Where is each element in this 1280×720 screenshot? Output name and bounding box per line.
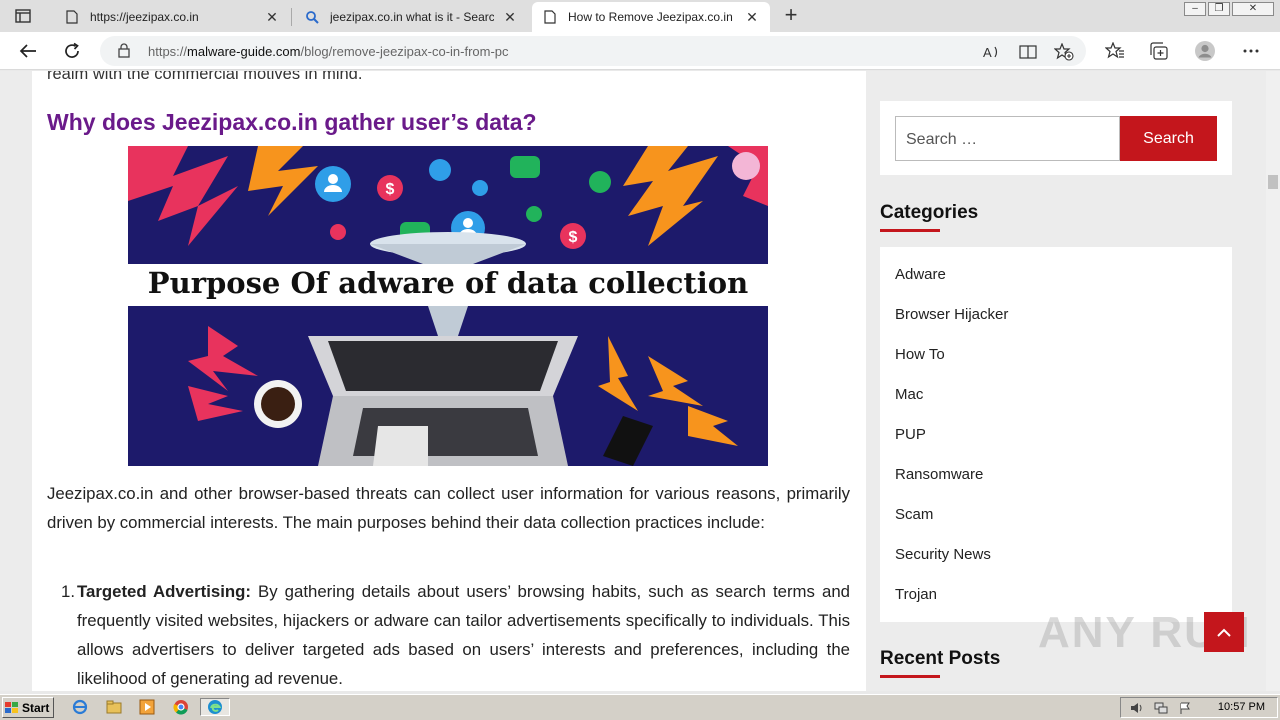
category-link-trojan[interactable]: Trojan	[895, 586, 937, 603]
browser-toolbar: https://malware-guide.com/blog/remove-je…	[0, 32, 1280, 70]
address-bar[interactable]: https://malware-guide.com/blog/remove-je…	[100, 36, 1086, 66]
scrollbar-thumb[interactable]	[1268, 175, 1278, 189]
refresh-button[interactable]	[58, 38, 86, 64]
tab-title: https://jeezipax.co.in	[90, 10, 199, 24]
taskbar-clock[interactable]: 10:57 PM	[1218, 701, 1265, 713]
add-favorite-icon[interactable]	[1054, 42, 1074, 62]
tab-strip: https://jeezipax.co.in ✕ jeezipax.co.in …	[0, 0, 1280, 32]
categories-list: Adware Browser Hijacker How To Mac PUP R…	[880, 247, 1232, 622]
close-window-button[interactable]: ✕	[1232, 2, 1274, 16]
sidebar-search-widget: Search … Search	[880, 101, 1232, 175]
category-link-browser-hijacker[interactable]: Browser Hijacker	[895, 306, 1008, 323]
url-scheme: https://	[148, 44, 188, 59]
svg-text:$: $	[386, 181, 395, 198]
new-tab-button[interactable]: +	[778, 4, 804, 28]
category-link-adware[interactable]: Adware	[895, 266, 946, 283]
explorer-icon[interactable]	[104, 698, 124, 716]
page-icon	[64, 9, 80, 25]
chrome-icon[interactable]	[171, 698, 191, 716]
article-text-fragment: realm with the commercial motives in min…	[47, 71, 363, 83]
category-link-security-news[interactable]: Security News	[895, 546, 991, 563]
image-caption: Purpose Of adware of data collection	[147, 266, 749, 300]
tab-actions-icon[interactable]	[8, 6, 38, 26]
edge-icon[interactable]	[200, 698, 230, 716]
category-link-scam[interactable]: Scam	[895, 506, 933, 523]
collections-icon[interactable]	[1148, 40, 1170, 62]
categories-title: Categories	[880, 202, 979, 223]
list-item-term: Targeted Advertising:	[77, 582, 251, 601]
windows-logo-icon	[5, 701, 18, 713]
lock-icon[interactable]	[118, 43, 130, 63]
url-host: malware-guide.com	[187, 44, 301, 59]
close-icon[interactable]: ✕	[744, 9, 760, 25]
tab-divider	[291, 8, 292, 26]
media-player-icon[interactable]	[137, 698, 157, 716]
tab-jeezipax[interactable]: https://jeezipax.co.in ✕	[54, 2, 290, 32]
list-number: 1.	[61, 582, 75, 601]
title-underline	[880, 229, 940, 232]
read-aloud-icon[interactable]: A	[982, 42, 1002, 62]
system-tray: 10:57 PM	[1120, 697, 1278, 718]
tab-search[interactable]: jeezipax.co.in what is it - Search ✕	[294, 2, 528, 32]
close-icon[interactable]: ✕	[264, 9, 280, 25]
tab-title: jeezipax.co.in what is it - Search	[330, 10, 494, 24]
recent-posts-title: Recent Posts	[880, 648, 1001, 669]
ie-icon[interactable]	[70, 698, 90, 716]
svg-text:A: A	[983, 45, 992, 60]
category-link-mac[interactable]: Mac	[895, 386, 923, 403]
start-button[interactable]: Start	[2, 697, 54, 718]
profile-avatar-icon[interactable]	[1194, 40, 1216, 62]
page-icon	[542, 9, 558, 25]
category-link-ransomware[interactable]: Ransomware	[895, 466, 983, 483]
close-icon[interactable]: ✕	[502, 9, 518, 25]
article-content: realm with the commercial motives in min…	[32, 71, 866, 691]
windows-taskbar: Start 10:57 PM	[0, 694, 1280, 720]
search-icon	[304, 9, 320, 25]
volume-icon[interactable]	[1127, 699, 1147, 717]
more-menu-icon[interactable]	[1240, 40, 1262, 62]
search-button[interactable]: Search	[1120, 116, 1217, 161]
immersive-reader-icon[interactable]	[1018, 42, 1038, 62]
url-text[interactable]: https://malware-guide.com/blog/remove-je…	[148, 44, 509, 59]
section-heading: Why does Jeezipax.co.in gather user’s da…	[47, 109, 537, 135]
network-icon[interactable]	[1151, 699, 1171, 717]
svg-text:$: $	[569, 229, 578, 246]
title-underline	[880, 675, 940, 678]
back-to-top-button[interactable]	[1204, 612, 1244, 652]
article-paragraph: Jeezipax.co.in and other browser-based t…	[47, 484, 850, 532]
chevron-up-icon	[1217, 628, 1231, 637]
vertical-scrollbar[interactable]	[1266, 71, 1280, 691]
minimize-button[interactable]: –	[1184, 2, 1206, 16]
category-link-pup[interactable]: PUP	[895, 426, 926, 443]
article-image: $ $ Purpose Of adware of data collection	[128, 146, 768, 466]
tab-how-to-remove[interactable]: How to Remove Jeezipax.co.in f ✕	[532, 2, 770, 32]
tab-title: How to Remove Jeezipax.co.in f	[568, 10, 736, 24]
flag-icon[interactable]	[1175, 699, 1195, 717]
back-button[interactable]	[14, 38, 42, 64]
maximize-button[interactable]: ❐	[1208, 2, 1230, 16]
adware-data-collection-illustration: $ $	[128, 146, 768, 466]
category-link-how-to[interactable]: How To	[895, 346, 945, 363]
web-page: realm with the commercial motives in min…	[0, 71, 1266, 691]
search-input[interactable]: Search …	[895, 116, 1120, 161]
url-path: /blog/remove-jeezipax-co-in-from-pc	[300, 44, 509, 59]
list-item: Targeted Advertising: By gathering detai…	[77, 577, 850, 691]
start-label: Start	[22, 700, 50, 715]
favorites-icon[interactable]	[1104, 40, 1126, 62]
